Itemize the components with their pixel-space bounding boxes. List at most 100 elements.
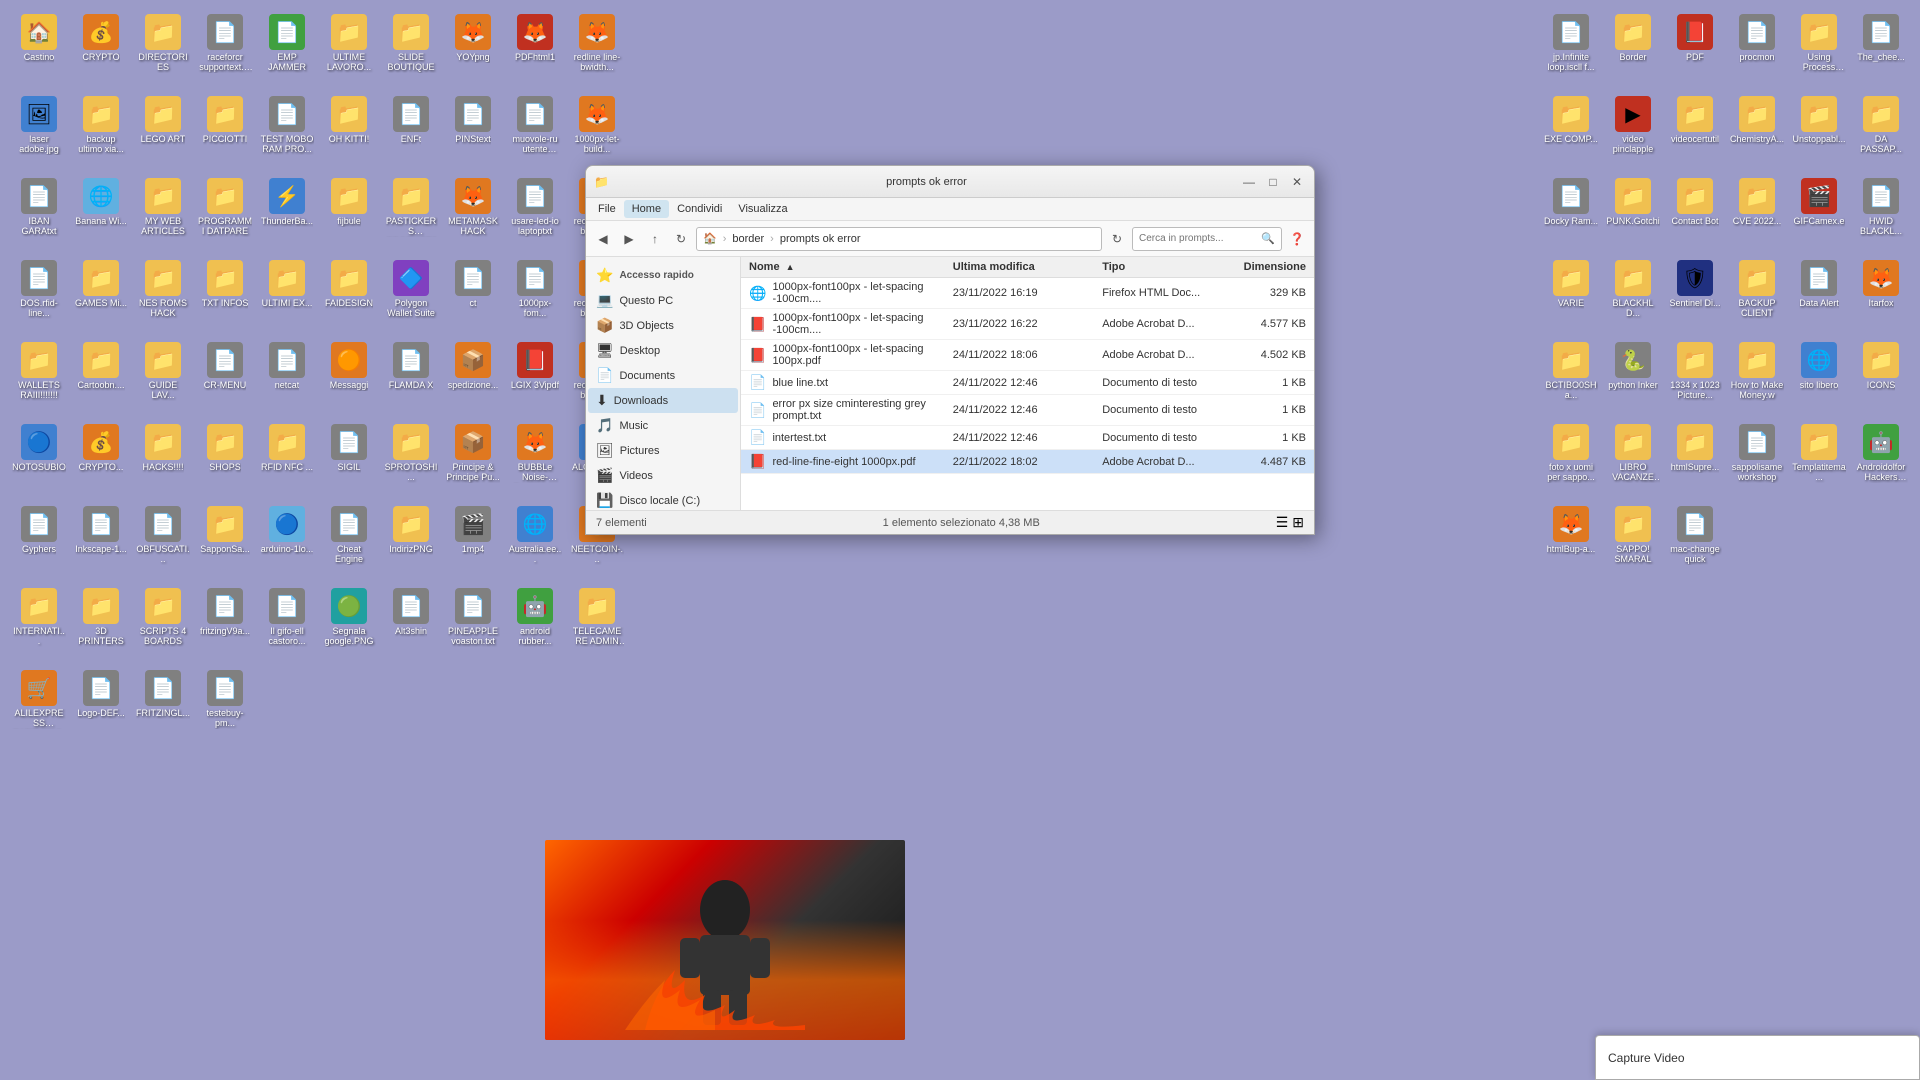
desktop-icon-right-26[interactable]: 📁1334 x 1023 Picture... [1666, 338, 1724, 418]
col-header-name[interactable]: Nome ▲ [749, 261, 953, 273]
desktop-icon-left-81[interactable]: 📄Logo-DEF... [72, 666, 130, 746]
desktop-icon-right-32[interactable]: 📁htmlSupre... [1666, 420, 1724, 500]
maximize-button[interactable]: □ [1264, 173, 1282, 191]
sidebar-item-downloads[interactable]: ⬇Downloads [588, 388, 738, 413]
minimize-button[interactable]: — [1240, 173, 1258, 191]
desktop-icon-left-77[interactable]: 📄PINEAPPLE voaston.txt [444, 584, 502, 664]
desktop-icon-left-48[interactable]: 📕LGIX 3Vipdf [506, 338, 564, 418]
desktop-icon-left-24[interactable]: ⚡ThunderBa... [258, 174, 316, 254]
desktop-icon-left-64[interactable]: 🔵arduino-1lo... [258, 502, 316, 582]
desktop-icon-right-24[interactable]: 📁BCTIBO0SHa... [1542, 338, 1600, 418]
desktop-icon-left-43[interactable]: 📄CR-MENU [196, 338, 254, 418]
desktop-icon-left-21[interactable]: 🌐Banana Wi... [72, 174, 130, 254]
col-header-date[interactable]: Ultima modifica [953, 261, 1102, 273]
desktop-icon-left-80[interactable]: 🛒ALILEXPRESS PARTNERS... [10, 666, 68, 746]
desktop-icon-right-37[interactable]: 📁SAPPO! SMARAL [1604, 502, 1662, 582]
desktop-icon-right-0[interactable]: 📄jp.Infinite loop.iscll f... [1542, 10, 1600, 90]
desktop-icon-left-6[interactable]: 📁SLIDE BOUTIQUE [382, 10, 440, 90]
view-icons-button[interactable]: ⊞ [1292, 514, 1304, 531]
forward-button[interactable]: ▶ [618, 228, 640, 250]
desktop-icon-right-10[interactable]: 📁Unstoppabl... [1790, 92, 1848, 172]
desktop-icon-left-72[interactable]: 📁SCRIPTS 4 BOARDS [134, 584, 192, 664]
sidebar-item-desktop[interactable]: 🖥Desktop [588, 338, 738, 363]
desktop-icon-left-76[interactable]: 📄Alt3shin [382, 584, 440, 664]
file-row[interactable]: 📄 error px size cminteresting grey promp… [741, 395, 1314, 426]
desktop-icon-right-21[interactable]: 📁BACKUP CLIENT [1728, 256, 1786, 336]
desktop-icon-right-22[interactable]: 📄Data Alert [1790, 256, 1848, 336]
desktop-icon-left-7[interactable]: 🦊YOYpng [444, 10, 502, 90]
menu-item-file[interactable]: File [590, 200, 624, 218]
file-row[interactable]: 📄 blue line.txt 24/11/2022 12:46 Documen… [741, 371, 1314, 395]
desktop-icon-left-14[interactable]: 📄TEST MOBO RAM PRO... [258, 92, 316, 172]
desktop-icon-right-12[interactable]: 📄Docky Ram... [1542, 174, 1600, 254]
menu-item-visualizza[interactable]: Visualizza [730, 200, 795, 218]
desktop-icon-left-62[interactable]: 📄OBFUSCATI... [134, 502, 192, 582]
desktop-icon-right-25[interactable]: 🐍python Inker [1604, 338, 1662, 418]
desktop-icon-left-56[interactable]: 📁SPROTOSHI... [382, 420, 440, 500]
desktop-icon-left-26[interactable]: 📁PASTICKERS PRODUCTS [382, 174, 440, 254]
desktop-icon-left-0[interactable]: 🏠Castino [10, 10, 68, 90]
sidebar-item-music[interactable]: 🎵Music [588, 413, 738, 438]
desktop-icon-left-25[interactable]: 📁fijbule [320, 174, 378, 254]
desktop-icon-left-50[interactable]: 🔵NOTOSUBIO [10, 420, 68, 500]
desktop-icon-right-8[interactable]: 📁videocertutil [1666, 92, 1724, 172]
desktop-icon-left-65[interactable]: 📄Cheat Engine [320, 502, 378, 582]
desktop-icon-right-23[interactable]: 🦊Itarfox [1852, 256, 1910, 336]
desktop-icon-right-1[interactable]: 📁Border [1604, 10, 1662, 90]
desktop-icon-left-38[interactable]: 📄1000px-fom... [506, 256, 564, 336]
desktop-icon-right-14[interactable]: 📁Contact Bot [1666, 174, 1724, 254]
desktop-icon-left-4[interactable]: 📄EMP JAMMER [258, 10, 316, 90]
desktop-icon-left-44[interactable]: 📄netcat [258, 338, 316, 418]
close-button[interactable]: ✕ [1288, 173, 1306, 191]
desktop-icon-left-27[interactable]: 🦊METAMASK HACK [444, 174, 502, 254]
desktop-icon-left-40[interactable]: 📁WALLETS RAIII!!!!!!! [10, 338, 68, 418]
desktop-icon-right-6[interactable]: 📁EXE COMP... [1542, 92, 1600, 172]
desktop-icon-right-18[interactable]: 📁VARIE [1542, 256, 1600, 336]
desktop-icon-left-9[interactable]: 🦊redline line-bwidth... [568, 10, 626, 90]
desktop-icon-left-67[interactable]: 🎬1mp4 [444, 502, 502, 582]
desktop-icon-left-22[interactable]: 📁MY WEB ARTICLES [134, 174, 192, 254]
desktop-icon-left-31[interactable]: 📁GAMES Mi... [72, 256, 130, 336]
desktop-icon-left-17[interactable]: 📄PINStext [444, 92, 502, 172]
up-button[interactable]: ↑ [644, 228, 666, 250]
file-row[interactable]: 📕 1000px-font100px - let-spacing 100px.p… [741, 340, 1314, 371]
sidebar-item-disco-locale-(c:)[interactable]: 💾Disco locale (C:) [588, 488, 738, 510]
desktop-icon-right-9[interactable]: 📁ChemistryA... [1728, 92, 1786, 172]
menu-item-condividi[interactable]: Condividi [669, 200, 730, 218]
desktop-icon-right-38[interactable]: 📄mac-change quick [1666, 502, 1724, 582]
desktop-icon-left-33[interactable]: 📁TXT INFOS [196, 256, 254, 336]
desktop-icon-left-3[interactable]: 📄raceforcr supportext.txt [196, 10, 254, 90]
sidebar-item-pictures[interactable]: 🖼Pictures [588, 438, 738, 463]
desktop-icon-left-68[interactable]: 🌐Australia.ee... [506, 502, 564, 582]
desktop-icon-right-15[interactable]: 📁CVE 2022... [1728, 174, 1786, 254]
desktop-icon-right-16[interactable]: 🎬GIFCamex.e [1790, 174, 1848, 254]
desktop-icon-left-15[interactable]: 📁OH KITTI! [320, 92, 378, 172]
desktop-icon-left-70[interactable]: 📁INTERNATI... [10, 584, 68, 664]
sidebar-item-accesso-rapido[interactable]: ⭐Accesso rapido [588, 263, 738, 288]
sidebar-item-documents[interactable]: 📄Documents [588, 363, 738, 388]
help-button[interactable]: ❓ [1286, 228, 1308, 250]
sidebar-item-videos[interactable]: 🎬Videos [588, 463, 738, 488]
desktop-icon-left-75[interactable]: 🟢Segnala google.PNG [320, 584, 378, 664]
desktop-icon-right-3[interactable]: 📄procmon [1728, 10, 1786, 90]
desktop-icon-left-30[interactable]: 📄DOS.rfid-line... [10, 256, 68, 336]
desktop-icon-left-60[interactable]: 📄Gyphers [10, 502, 68, 582]
desktop-icon-right-20[interactable]: 🛡Sentinel Di... [1666, 256, 1724, 336]
desktop-icon-right-11[interactable]: 📁DA PASSAP... [1852, 92, 1910, 172]
desktop-icon-left-1[interactable]: 💰CRYPTO [72, 10, 130, 90]
desktop-icon-left-52[interactable]: 📁HACKS!!!! [134, 420, 192, 500]
search-bar[interactable]: 🔍 [1132, 227, 1282, 251]
desktop-icon-right-2[interactable]: 📕PDF [1666, 10, 1724, 90]
desktop-icon-right-28[interactable]: 🌐sito libero [1790, 338, 1848, 418]
desktop-icon-right-19[interactable]: 📁BLACKHL D... [1604, 256, 1662, 336]
desktop-icon-left-63[interactable]: 📁SapponSa... [196, 502, 254, 582]
desktop-icon-left-13[interactable]: 📁PICCIOTTI [196, 92, 254, 172]
desktop-icon-left-16[interactable]: 📄ENFt [382, 92, 440, 172]
desktop-icon-left-11[interactable]: 📁backup ultimo xia... [72, 92, 130, 172]
file-row[interactable]: 📄 intertest.txt 24/11/2022 12:46 Documen… [741, 426, 1314, 450]
desktop-icon-left-82[interactable]: 📄FRITZINGL... [134, 666, 192, 746]
desktop-icon-left-53[interactable]: 📁SHOPS [196, 420, 254, 500]
desktop-icon-left-20[interactable]: 📄IBAN GARAtxt [10, 174, 68, 254]
file-row[interactable]: 📕 1000px-font100px - let-spacing -100cm.… [741, 309, 1314, 340]
desktop-icon-left-57[interactable]: 📦Principe & Principe Pu... [444, 420, 502, 500]
